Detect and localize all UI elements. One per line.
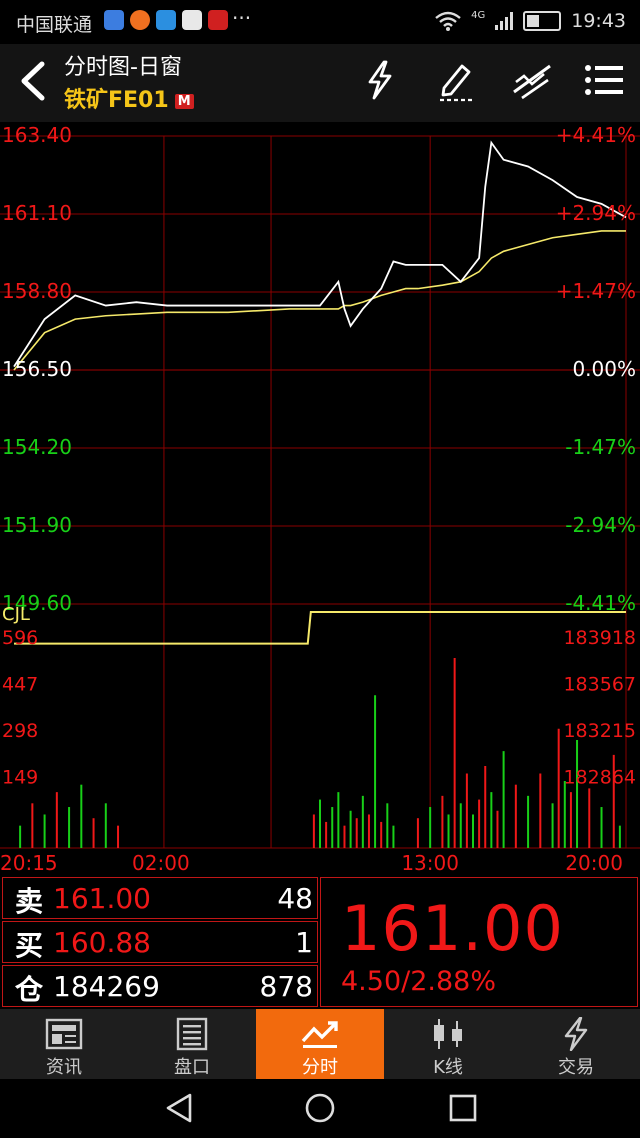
volume-tick-label: 596 xyxy=(2,627,38,649)
ask-row[interactable]: 卖 161.00 48 xyxy=(2,877,318,919)
draw-line-icon[interactable] xyxy=(508,56,556,104)
app-notification-icon xyxy=(156,10,176,30)
instrument-code: 铁矿FE01 xyxy=(64,88,169,113)
time-tick-label: 13:00 xyxy=(401,851,459,875)
bid-price: 160.88 xyxy=(53,926,151,959)
open-interest-tick-label: 183567 xyxy=(563,674,636,696)
news-icon xyxy=(45,1018,83,1050)
price-line xyxy=(13,140,627,368)
open-interest-line xyxy=(14,611,626,645)
open-interest-value: 184269 xyxy=(53,970,160,1003)
app-notification-icon xyxy=(182,10,202,30)
nav-recents-icon[interactable] xyxy=(446,1091,480,1125)
menu-icon[interactable] xyxy=(580,56,628,104)
bid-label: 买 xyxy=(15,929,44,962)
volume-bars xyxy=(19,658,621,848)
time-tick-label: 02:00 xyxy=(132,851,190,875)
ask-quantity: 48 xyxy=(277,882,313,915)
price-tick-label: 163.40 xyxy=(2,123,72,147)
back-arrow-icon[interactable] xyxy=(14,56,54,106)
tab-label: 资讯 xyxy=(46,1057,82,1078)
tab-trade[interactable]: 交易 xyxy=(512,1009,640,1079)
nav-back-icon[interactable] xyxy=(162,1091,196,1125)
ask-label: 卖 xyxy=(15,885,44,918)
tab-label: 盘口 xyxy=(174,1057,210,1078)
open-interest-change: 878 xyxy=(259,970,313,1003)
percent-tick-label: +2.94% xyxy=(556,201,636,225)
status-bar: 中国联通 ··· 4G 19:43 xyxy=(0,0,640,44)
tab-news[interactable]: 资讯 xyxy=(0,1009,128,1079)
open-interest-label: 仓 xyxy=(15,973,44,1006)
app-notification-icon xyxy=(104,10,124,30)
volume-pane-label: CJL xyxy=(2,604,30,625)
nav-home-icon[interactable] xyxy=(303,1091,337,1125)
percent-tick-label: -4.41% xyxy=(565,591,636,615)
average-price-line xyxy=(13,230,626,371)
candlestick-icon xyxy=(434,1019,462,1049)
app-notification-icon xyxy=(208,10,228,30)
open-interest-tick-label: 183215 xyxy=(563,720,636,742)
percent-tick-label: +1.47% xyxy=(556,279,636,303)
time-tick-label: 20:15 xyxy=(0,851,58,875)
price-tick-label: 151.90 xyxy=(2,513,72,537)
price-change: 4.50/2.88% xyxy=(341,966,496,997)
trade-icon xyxy=(564,1017,588,1051)
time-tick-label: 20:00 xyxy=(565,851,623,875)
bid-row[interactable]: 买 160.88 1 xyxy=(2,921,318,963)
volume-tick-label: 298 xyxy=(2,720,38,742)
tab-label: 交易 xyxy=(558,1057,594,1078)
volume-tick-label: 447 xyxy=(2,674,38,696)
open-interest-tick-label: 183918 xyxy=(563,627,636,649)
price-tick-label: 154.20 xyxy=(2,435,72,459)
carrier-name: 中国联通 xyxy=(16,14,93,36)
battery-icon xyxy=(523,11,562,31)
tab-orderbook[interactable]: 盘口 xyxy=(128,1009,256,1079)
last-price: 161.00 xyxy=(341,892,564,965)
intraday-icon xyxy=(301,1021,338,1048)
tab-label: 分时 xyxy=(302,1057,338,1078)
ask-price: 161.00 xyxy=(53,882,151,915)
app-header: 分时图-日窗 铁矿FE01 M xyxy=(0,44,640,122)
clock: 19:43 xyxy=(571,10,626,32)
wifi-icon xyxy=(435,11,461,31)
quote-panel: 卖 161.00 48 买 160.88 1 仓 184269 878 161.… xyxy=(0,877,640,1009)
tab-label: K线 xyxy=(433,1057,463,1078)
tab-intraday[interactable]: 分时 xyxy=(256,1009,384,1079)
price-tick-label: 161.10 xyxy=(2,201,72,225)
system-nav-bar xyxy=(0,1079,640,1138)
percent-tick-label: -2.94% xyxy=(565,513,636,537)
main-contract-badge: M xyxy=(174,93,194,109)
chart-grid xyxy=(0,135,640,849)
tab-candlestick[interactable]: K线 xyxy=(384,1009,512,1079)
open-interest-tick-label: 182864 xyxy=(563,767,636,789)
percent-tick-label: 0.00% xyxy=(572,357,636,381)
app-notification-icon xyxy=(130,10,150,30)
page-title: 分时图-日窗 xyxy=(64,55,182,80)
axis-labels: 163.40 +4.41% 161.10 +2.94% 158.80 +1.47% 156.… xyxy=(0,123,636,875)
open-interest-row: 仓 184269 878 xyxy=(2,965,318,1007)
network-type: 4G xyxy=(471,9,486,21)
pen-icon[interactable] xyxy=(432,56,480,104)
percent-tick-label: -1.47% xyxy=(565,435,636,459)
percent-tick-label: +4.41% xyxy=(556,123,636,147)
last-price-box: 161.00 4.50/2.88% xyxy=(320,877,638,1007)
more-notifications-icon: ··· xyxy=(232,6,252,30)
signal-icon xyxy=(495,12,514,30)
orderbook-icon xyxy=(176,1017,208,1051)
volume-tick-label: 149 xyxy=(2,767,38,789)
notification-icons xyxy=(104,10,228,30)
flash-icon[interactable] xyxy=(356,56,404,104)
price-tick-label: 156.50 xyxy=(2,357,72,381)
bottom-tab-bar: 资讯 盘口 分时 K线 交易 xyxy=(0,1009,640,1079)
price-tick-label: 158.80 xyxy=(2,279,72,303)
intraday-chart[interactable]: 163.40 +4.41% 161.10 +2.94% 158.80 +1.47% 156.… xyxy=(0,122,640,877)
bid-quantity: 1 xyxy=(295,926,313,959)
instrument-name[interactable]: 铁矿FE01 M xyxy=(64,82,194,114)
